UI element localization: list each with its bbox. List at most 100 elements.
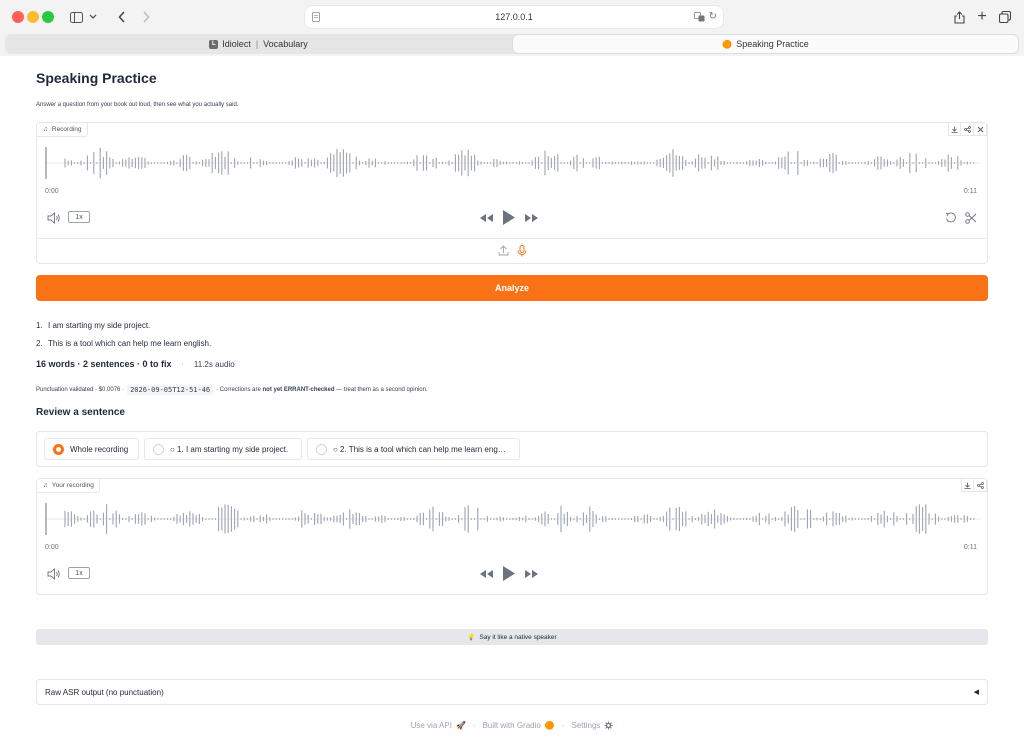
radio-sentence-2[interactable]: ○ 2. This is a tool which can help me le… bbox=[307, 438, 520, 460]
page-title: Speaking Practice bbox=[36, 70, 157, 86]
current-time: 0:00 bbox=[45, 188, 59, 195]
tab-overview-button[interactable] bbox=[997, 6, 1013, 28]
sidebar-icon bbox=[69, 11, 83, 23]
page-description: Answer a question from your book out lou… bbox=[36, 102, 239, 108]
volume-icon[interactable] bbox=[47, 212, 61, 224]
url-text: 127.0.0.1 bbox=[495, 12, 533, 22]
close-icon bbox=[977, 126, 983, 132]
undo-icon[interactable] bbox=[945, 212, 957, 224]
app-content: Speaking Practice Answer a question from… bbox=[0, 56, 1024, 745]
skip-forward-icon[interactable] bbox=[524, 569, 539, 579]
audio-duration: 11.2s audio bbox=[193, 359, 235, 369]
skip-forward-icon[interactable] bbox=[524, 213, 539, 223]
built-with-gradio-link[interactable]: Built with Gradio bbox=[483, 721, 541, 730]
tab-favicon: L bbox=[209, 39, 219, 49]
radio-unchecked-icon bbox=[153, 443, 164, 455]
back-button[interactable] bbox=[114, 6, 130, 28]
current-time: 0:00 bbox=[45, 544, 59, 551]
translate-icon[interactable] bbox=[694, 12, 705, 22]
transport-controls bbox=[479, 209, 539, 226]
upload-icon[interactable] bbox=[498, 245, 509, 256]
lightbulb-icon: 💡 bbox=[467, 634, 476, 641]
footer: Use via API 🚀 · Built with Gradio 🟠 · Se… bbox=[0, 721, 1024, 730]
transport-controls bbox=[479, 565, 539, 582]
microphone-icon[interactable] bbox=[517, 245, 527, 257]
share-audio-button[interactable] bbox=[961, 123, 974, 136]
download-button[interactable] bbox=[948, 123, 961, 136]
edit-tools bbox=[945, 212, 977, 224]
plus-icon: + bbox=[977, 8, 987, 25]
new-tab-button[interactable]: + bbox=[974, 6, 990, 28]
tab-subtitle: Vocabulary bbox=[263, 39, 308, 49]
minimize-window-button[interactable] bbox=[27, 11, 39, 23]
browser-chrome: 127.0.0.1 ↻ + L Idiolect | Vocabulary 🟠 … bbox=[0, 0, 1024, 56]
audio-corner-tools bbox=[961, 479, 987, 492]
settings-link[interactable]: Settings bbox=[571, 721, 600, 730]
tab-separator: | bbox=[255, 39, 259, 49]
gear-icon bbox=[604, 721, 613, 730]
maximize-window-button[interactable] bbox=[42, 11, 54, 23]
share-audio-button[interactable] bbox=[974, 479, 987, 492]
play-icon[interactable] bbox=[502, 565, 516, 582]
your-recording-waveform bbox=[45, 503, 981, 535]
recorder-source-bar bbox=[37, 238, 987, 264]
audio-label: ♫ Recording bbox=[37, 123, 88, 137]
audio-corner-tools bbox=[948, 123, 987, 136]
tab-idiolect-vocabulary[interactable]: L Idiolect | Vocabulary bbox=[5, 35, 512, 53]
duration: 0:11 bbox=[963, 544, 977, 551]
scissors-icon[interactable] bbox=[965, 212, 977, 224]
download-icon bbox=[964, 482, 971, 489]
browser-titlebar: 127.0.0.1 ↻ + bbox=[0, 0, 1024, 34]
clear-audio-button[interactable] bbox=[974, 123, 987, 136]
radio-sentence-1[interactable]: ○ 1. I am starting my side project. bbox=[144, 438, 302, 460]
sentence-radio-group: Whole recording ○ 1. I am starting my si… bbox=[36, 431, 988, 467]
stats-separator: · bbox=[181, 360, 184, 368]
validation-note: Punctuation validated · $0.0076 · 2026-0… bbox=[36, 385, 428, 395]
radio-whole-recording[interactable]: Whole recording bbox=[44, 438, 139, 460]
music-note-icon: ♫ bbox=[43, 482, 48, 489]
gradio-logo-icon: 🟠 bbox=[544, 721, 555, 730]
playback-speed-button[interactable]: 1x bbox=[68, 211, 90, 223]
play-icon[interactable] bbox=[502, 209, 516, 226]
chevron-left-icon bbox=[118, 11, 125, 23]
address-bar[interactable]: 127.0.0.1 ↻ bbox=[305, 6, 723, 28]
skip-back-icon[interactable] bbox=[479, 213, 494, 223]
use-via-api-link[interactable]: Use via API bbox=[411, 721, 452, 730]
forward-button[interactable] bbox=[138, 6, 154, 28]
share-button[interactable] bbox=[951, 6, 967, 28]
share-nodes-icon bbox=[976, 481, 984, 489]
page-icon bbox=[312, 12, 320, 22]
chevron-right-icon bbox=[143, 11, 150, 23]
reload-icon[interactable]: ↻ bbox=[709, 11, 717, 22]
share-icon bbox=[953, 10, 965, 24]
skip-back-icon[interactable] bbox=[479, 569, 494, 579]
tab-title: Speaking Practice bbox=[736, 39, 809, 49]
download-icon bbox=[951, 126, 958, 133]
close-window-button[interactable] bbox=[12, 11, 24, 23]
playback-controls: 1x bbox=[37, 565, 987, 583]
sentence-list: 1. I am starting my side project. 2. This … bbox=[36, 316, 211, 352]
source-selector bbox=[498, 245, 527, 257]
tabs-icon bbox=[999, 11, 1011, 23]
audio-label: ♫ Your recording bbox=[37, 479, 100, 493]
tab-speaking-practice[interactable]: 🟠 Speaking Practice bbox=[513, 35, 1018, 53]
caret-left-icon: ◀ bbox=[973, 689, 979, 696]
radio-checked-icon bbox=[53, 443, 64, 455]
chevron-down-icon bbox=[89, 14, 96, 19]
radio-unchecked-icon bbox=[316, 443, 327, 455]
playback-speed-button[interactable]: 1x bbox=[68, 567, 90, 579]
playback-controls: 1x bbox=[37, 209, 987, 227]
duration: 0:11 bbox=[963, 188, 977, 195]
your-recording-audio-player: ♫ Your recording 0:00 0:11 1x bbox=[36, 478, 988, 595]
volume-icon[interactable] bbox=[47, 568, 61, 580]
share-nodes-icon bbox=[963, 125, 971, 133]
sidebar-toggle-button[interactable] bbox=[66, 6, 100, 28]
raw-asr-accordion[interactable]: Raw ASR output (no punctuation) ◀ bbox=[36, 679, 988, 705]
native-speaker-button[interactable]: 💡 Say it like a native speaker bbox=[36, 629, 988, 645]
gradio-logo-icon: 🟠 bbox=[722, 39, 733, 49]
recording-audio-player: ♫ Recording 0:00 0:11 1x bbox=[36, 122, 988, 264]
download-button[interactable] bbox=[961, 479, 974, 492]
analysis-stats: 16 words · 2 sentences · 0 to fix · 11.2… bbox=[36, 359, 235, 369]
analyze-button[interactable]: Analyze bbox=[36, 275, 988, 301]
tab-title: Idiolect bbox=[222, 39, 251, 49]
